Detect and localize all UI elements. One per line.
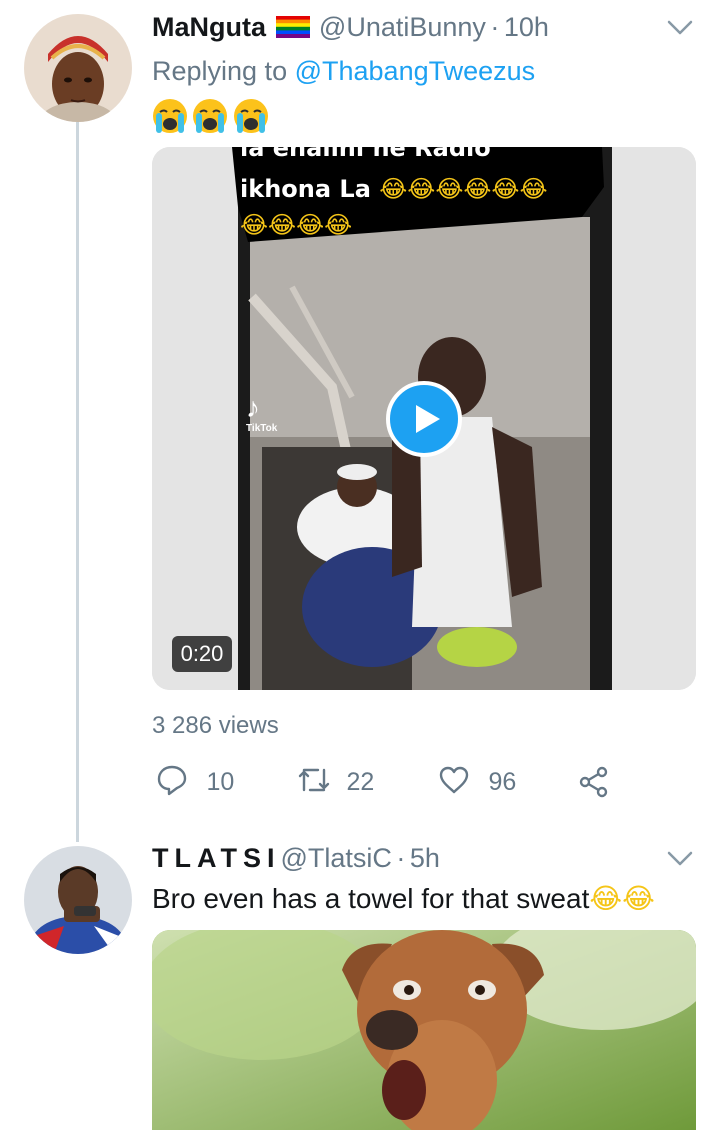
tiktok-label: TikTok xyxy=(246,423,278,434)
tiktok-logo-icon: ♪ xyxy=(246,392,260,423)
tweet-header: MaNguta @UnatiBunny · 10h xyxy=(152,12,549,43)
retweet-icon xyxy=(296,764,332,801)
tweet-text-body: Bro even has a towel for that sweat xyxy=(152,883,590,914)
share-button[interactable] xyxy=(578,766,610,803)
like-count: 96 xyxy=(488,768,517,796)
play-icon xyxy=(416,405,440,433)
caption-line-3: 😂😂😂😂 xyxy=(240,211,353,239)
timestamp[interactable]: 5h xyxy=(410,843,440,873)
dog-photo xyxy=(152,930,696,1130)
user-handle[interactable]: @TlatsiC xyxy=(280,843,391,873)
reply-count: 10 xyxy=(206,768,235,796)
display-name[interactable]: TLATSI xyxy=(152,843,280,873)
replying-to-link[interactable]: @ThabangTweezus xyxy=(295,56,536,86)
tweet-text-emojis xyxy=(152,98,269,134)
separator-dot: · xyxy=(490,12,500,42)
user-handle[interactable]: @UnatiBunny xyxy=(319,12,486,42)
reply-button[interactable]: 10 xyxy=(156,764,234,800)
separator-dot: · xyxy=(396,843,406,873)
replying-prefix: Replying to xyxy=(152,56,288,86)
tweet-image[interactable] xyxy=(152,930,696,1130)
crying-face-emoji-icon xyxy=(233,98,269,134)
chevron-down-icon[interactable] xyxy=(667,851,693,867)
like-button[interactable]: 96 xyxy=(438,764,516,800)
display-name[interactable]: MaNguta xyxy=(152,12,266,42)
retweet-count: 22 xyxy=(346,768,375,796)
tiktok-watermark: ♪ TikTok xyxy=(246,392,278,435)
video-duration: 0:20 xyxy=(172,636,232,672)
video-caption: la enalini ne Radio ikhona La 😂😂😂😂😂😂 😂😂😂… xyxy=(240,147,600,243)
crying-face-emoji-icon xyxy=(192,98,228,134)
tweet-text: Bro even has a towel for that sweat😂😂 xyxy=(152,882,655,915)
tweet-header: TLATSI@TlatsiC · 5h xyxy=(152,843,440,874)
laughing-emoji-icon: 😂😂😂😂😂😂 xyxy=(379,175,548,203)
share-icon xyxy=(579,766,608,798)
timestamp[interactable]: 10h xyxy=(504,12,549,42)
reply-icon xyxy=(156,764,188,801)
thread-connector-line xyxy=(76,122,79,842)
laughing-emoji-icon: 😂😂 xyxy=(589,883,655,914)
crying-face-emoji-icon xyxy=(152,98,188,134)
avatar[interactable] xyxy=(24,14,132,122)
chevron-down-icon[interactable] xyxy=(667,20,693,36)
view-count: 3 286 views xyxy=(152,712,279,739)
caption-line-1: la enalini ne Radio xyxy=(240,147,491,161)
heart-icon xyxy=(438,764,470,801)
caption-line-2: ikhona La 😂😂😂😂😂😂 xyxy=(240,171,600,207)
replying-to: Replying to @ThabangTweezus xyxy=(152,56,535,87)
play-button[interactable] xyxy=(386,381,462,457)
avatar[interactable] xyxy=(24,846,132,954)
caption-line-2-text: ikhona La xyxy=(240,175,371,203)
retweet-button[interactable]: 22 xyxy=(296,764,374,800)
rainbow-flag-icon xyxy=(276,16,311,38)
